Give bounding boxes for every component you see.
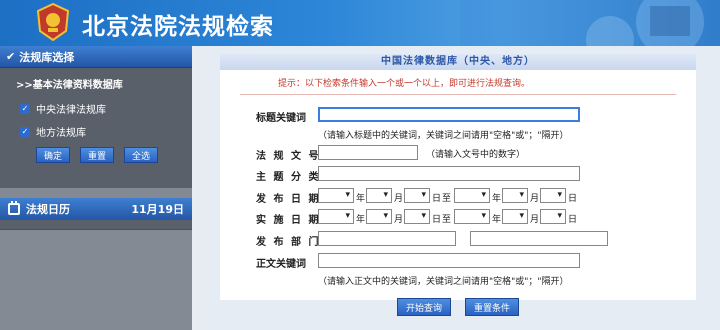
- header-decoration: [460, 0, 720, 46]
- confirm-button[interactable]: 确定: [36, 147, 70, 163]
- calendar-body: [0, 220, 192, 230]
- chevron-down-icon: ▾: [481, 211, 486, 221]
- publish-date-label: 发 布 日 期: [256, 194, 321, 205]
- month-unit: 月: [530, 215, 540, 225]
- day-unit: 日: [568, 194, 578, 204]
- select-all-button[interactable]: 全选: [124, 147, 158, 163]
- effective-start-day-select[interactable]: ▾: [404, 209, 430, 224]
- effective-start-month-select[interactable]: ▾: [366, 209, 392, 224]
- publish-dept-input-2[interactable]: [470, 231, 608, 246]
- title-keyword-note: （请输入标题中的关键词，关键词之间请用"空格"或"；"隔开）: [318, 131, 569, 141]
- chevron-down-icon: ▾: [421, 211, 426, 221]
- option-local-library[interactable]: ✓ 地方法规库: [16, 124, 184, 139]
- site-title: 北京法院法规检索: [82, 14, 274, 40]
- form-actions: 开始查询 重置条件: [196, 298, 720, 316]
- month-unit: 月: [530, 194, 540, 204]
- doc-no-note: （请输入文号中的数字）: [426, 150, 526, 160]
- main-area: 中国法律数据库（中央、地方） 提示：以下检索条件输入一个或一个以上，即可进行法规…: [196, 46, 720, 330]
- search-hint: 提示：以下检索条件输入一个或一个以上，即可进行法规查询。: [240, 70, 676, 95]
- chevron-down-icon: ▾: [519, 211, 524, 221]
- month-unit: 月: [394, 194, 404, 204]
- reset-conditions-button[interactable]: 重置条件: [465, 298, 520, 316]
- checkbox-local[interactable]: ✓: [20, 126, 30, 137]
- publish-start-month-select[interactable]: ▾: [366, 188, 392, 203]
- year-unit: 年: [492, 215, 502, 225]
- day-unit: 日: [432, 215, 442, 225]
- publish-dept-input[interactable]: [318, 231, 456, 246]
- body-keyword-note: （请输入正文中的关键词，关键词之间请用"空格"或"；"隔开）: [318, 277, 569, 287]
- option-central-library[interactable]: ✓ 中央法律法规库: [16, 101, 184, 116]
- effective-end-day-select[interactable]: ▾: [540, 209, 566, 224]
- to-label: 至: [442, 194, 452, 204]
- doc-no-label: 法 规 文 号: [256, 151, 321, 162]
- chevron-down-icon: ▾: [345, 211, 350, 221]
- chevron-down-icon: ▾: [345, 190, 350, 200]
- library-select-panel: >>基本法律资料数据库 ✓ 中央法律法规库 ✓ 地方法规库 确定 重置 全选: [0, 68, 192, 188]
- sidebar: ✔ 法规库选择 >>基本法律资料数据库 ✓ 中央法律法规库 ✓ 地方法规库 确定…: [0, 46, 192, 330]
- subject-label: 主 题 分 类: [256, 172, 321, 183]
- year-unit: 年: [356, 215, 366, 225]
- day-unit: 日: [568, 215, 578, 225]
- chevron-down-icon: ▾: [481, 190, 486, 200]
- chevron-down-icon: ▾: [557, 211, 562, 221]
- effective-end-year-select[interactable]: ▾: [454, 209, 490, 224]
- chevron-down-icon: ▾: [557, 190, 562, 200]
- publish-end-year-select[interactable]: ▾: [454, 188, 490, 203]
- publish-start-year-select[interactable]: ▾: [318, 188, 354, 203]
- doc-no-input[interactable]: [318, 145, 418, 160]
- publish-dept-label: 发 布 部 门: [256, 237, 321, 248]
- body-keyword-label: 正文关键词: [256, 259, 306, 270]
- panel-title: 中国法律数据库（中央、地方）: [220, 54, 696, 70]
- chevron-down-icon: ▾: [383, 190, 388, 200]
- title-keyword-label: 标题关键词: [256, 113, 306, 124]
- publish-end-day-select[interactable]: ▾: [540, 188, 566, 203]
- effective-end-month-select[interactable]: ▾: [502, 209, 528, 224]
- search-panel: 中国法律数据库（中央、地方） 提示：以下检索条件输入一个或一个以上，即可进行法规…: [220, 54, 696, 300]
- publish-end-month-select[interactable]: ▾: [502, 188, 528, 203]
- calendar-icon: [8, 201, 20, 215]
- calendar-date: 11月19日: [131, 203, 184, 216]
- to-label: 至: [442, 215, 452, 225]
- checkbox-central[interactable]: ✓: [20, 103, 30, 114]
- library-select-heading: ✔ 法规库选择: [0, 46, 192, 68]
- body-keyword-input[interactable]: [318, 253, 580, 268]
- site-header: 北京法院法规检索: [0, 0, 720, 46]
- subject-input[interactable]: [318, 166, 580, 181]
- publish-start-day-select[interactable]: ▾: [404, 188, 430, 203]
- reset-button[interactable]: 重置: [80, 147, 114, 163]
- court-emblem-icon: [36, 3, 70, 41]
- chevron-down-icon: ▾: [383, 211, 388, 221]
- chevron-down-icon: ▾: [421, 190, 426, 200]
- calendar-heading[interactable]: 法规日历 11月19日: [0, 198, 192, 220]
- search-button[interactable]: 开始查询: [396, 298, 451, 316]
- check-icon: ✔: [6, 50, 16, 63]
- year-unit: 年: [492, 194, 502, 204]
- effective-start-year-select[interactable]: ▾: [318, 209, 354, 224]
- day-unit: 日: [432, 194, 442, 204]
- effective-date-label: 实 施 日 期: [256, 215, 321, 226]
- chevron-down-icon: ▾: [519, 190, 524, 200]
- year-unit: 年: [356, 194, 366, 204]
- title-keyword-input[interactable]: [318, 107, 580, 122]
- month-unit: 月: [394, 215, 404, 225]
- db-heading: >>基本法律资料数据库: [16, 80, 123, 91]
